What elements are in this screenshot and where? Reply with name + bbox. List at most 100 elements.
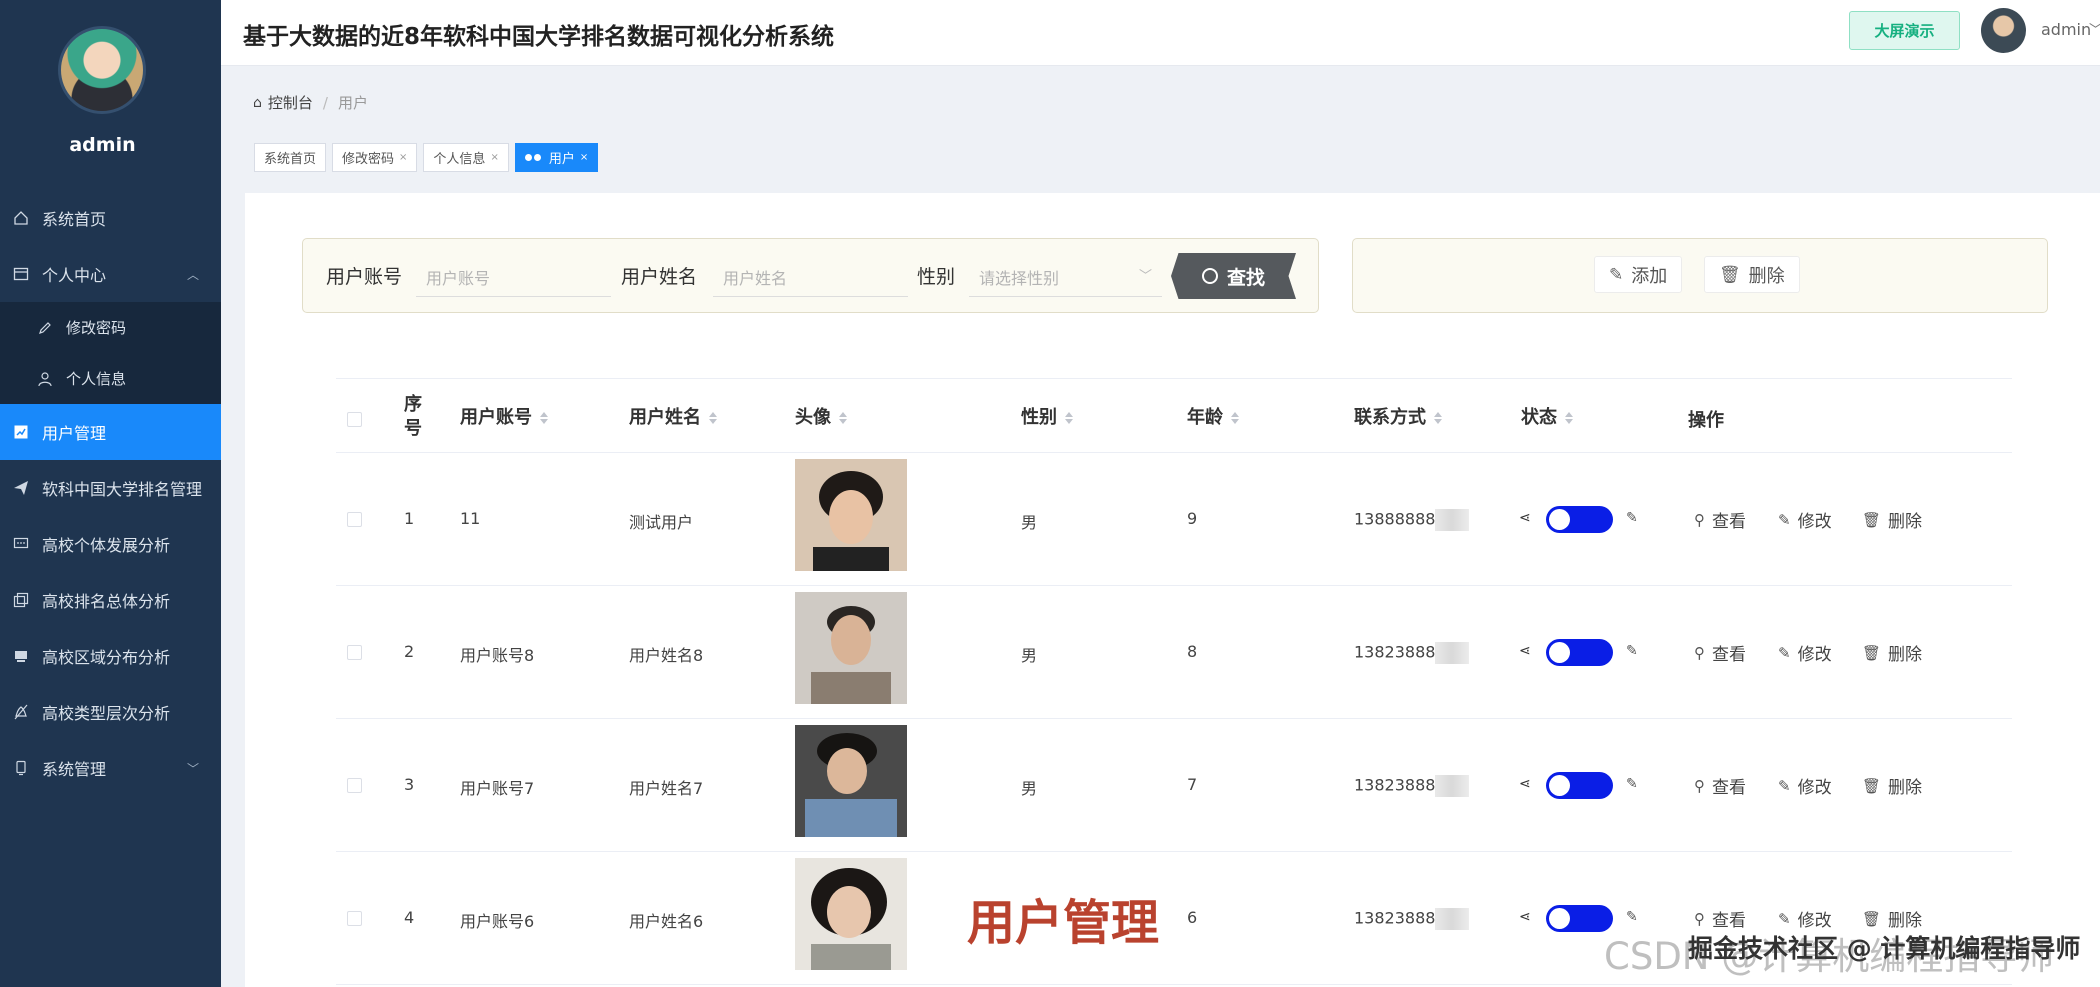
tag-home[interactable]: 系统首页 [254, 143, 327, 172]
sidebar-item-system-management[interactable]: 系统管理 ﹀ [0, 740, 221, 796]
user-avatar-image[interactable] [795, 858, 907, 970]
sidebar-item-label: 用户管理 [42, 424, 107, 443]
status-toggle[interactable] [1546, 506, 1613, 533]
status-toggle[interactable] [1546, 639, 1613, 666]
window-icon [12, 265, 30, 283]
account-input[interactable]: 用户账号 [416, 255, 611, 297]
delete-button[interactable]: 🗑 删除 [1862, 773, 1922, 799]
sidebar-item-individual-analysis[interactable]: 高校个体发展分析 [0, 516, 221, 572]
sidebar-avatar[interactable] [58, 26, 146, 114]
view-button[interactable]: ⚲ 查看 [1694, 507, 1746, 533]
col-avatar[interactable]: 头像 [795, 403, 847, 429]
sidebar-item-ranking-management[interactable]: 软科中国大学排名管理 [0, 460, 221, 516]
row-checkbox[interactable] [347, 911, 362, 926]
row-checkbox[interactable] [347, 512, 362, 527]
sidebar-item-type-analysis[interactable]: 高校类型层次分析 [0, 684, 221, 740]
sidebar-item-label: 高校排名总体分析 [42, 592, 171, 611]
tag-personal-info[interactable]: 个人信息 × [423, 143, 509, 172]
tag-label: 修改密码 [342, 152, 395, 167]
sort-icon[interactable] [540, 412, 548, 424]
batch-delete-button[interactable]: 🗑 删除 [1704, 256, 1800, 293]
user-avatar-image[interactable] [795, 592, 907, 704]
edit-icon: ✎ [1778, 510, 1791, 529]
chevron-down-icon[interactable]: ﹀ [2089, 19, 2100, 38]
gender-placeholder: 请选择性别 [979, 269, 1060, 288]
search-button[interactable]: 查找 [1171, 253, 1296, 299]
box-icon [12, 647, 30, 665]
add-button[interactable]: ✎ 添加 [1594, 256, 1683, 293]
header-avatar[interactable] [1981, 8, 2026, 53]
edit-label: 修改 [1797, 778, 1832, 798]
sort-icon[interactable] [709, 412, 717, 424]
user-avatar-image[interactable] [795, 459, 907, 571]
share-icon[interactable]: ⋖ [1519, 510, 1531, 526]
tag-change-password[interactable]: 修改密码 × [332, 143, 418, 172]
delete-button[interactable]: 🗑 删除 [1862, 640, 1922, 666]
sidebar-item-overall-analysis[interactable]: 高校排名总体分析 [0, 572, 221, 628]
status-toggle[interactable] [1546, 905, 1613, 932]
edit-button[interactable]: ✎ 修改 [1778, 773, 1832, 799]
search-icon: ⚲ [1694, 643, 1705, 662]
share-icon[interactable]: ⋖ [1519, 909, 1531, 925]
view-button[interactable]: ⚲ 查看 [1694, 640, 1746, 666]
row-name: 用户姓名8 [629, 646, 704, 665]
header-username[interactable]: admin [2041, 20, 2091, 39]
col-name[interactable]: 用户姓名 [629, 403, 717, 429]
sidebar-item-change-password[interactable]: 修改密码 [0, 302, 221, 353]
sort-icon[interactable] [1565, 412, 1573, 424]
edit-icon[interactable]: ✎ [1626, 510, 1638, 526]
close-icon[interactable]: × [399, 152, 407, 163]
row-index: 3 [404, 775, 415, 794]
row-contact: 13823888 [1354, 775, 1470, 797]
sidebar-item-home[interactable]: 系统首页 [0, 190, 221, 246]
tag-user[interactable]: 用户 × [514, 143, 599, 172]
big-screen-button[interactable]: 大屏演示 [1849, 11, 1960, 50]
sidebar-item-label: 系统首页 [42, 210, 107, 229]
share-icon[interactable]: ⋖ [1519, 776, 1531, 792]
edit-label: 修改 [1797, 645, 1832, 665]
edit-icon[interactable]: ✎ [1626, 776, 1638, 792]
row-account: 用户账号7 [460, 779, 535, 798]
sidebar-item-region-analysis[interactable]: 高校区域分布分析 [0, 628, 221, 684]
breadcrumb-current: 用户 [337, 94, 368, 112]
row-checkbox[interactable] [347, 778, 362, 793]
close-icon[interactable]: × [580, 152, 588, 163]
edit-icon[interactable]: ✎ [1626, 643, 1638, 659]
delete-label: 删除 [1748, 265, 1785, 287]
breadcrumb-home[interactable]: 控制台 [268, 92, 313, 113]
user-table: 序号 用户账号 用户姓名 头像 性别 年龄 联系方式 状态 操作 1 11 测试… [336, 378, 2012, 985]
sidebar-item-label: 软科中国大学排名管理 [42, 480, 203, 499]
col-age[interactable]: 年龄 [1187, 403, 1239, 429]
edit-button[interactable]: ✎ 修改 [1778, 640, 1832, 666]
gender-select[interactable]: 请选择性别 ﹀ [969, 255, 1162, 297]
name-input[interactable]: 用户姓名 [713, 255, 908, 297]
sidebar-item-personal-info[interactable]: 个人信息 [0, 353, 221, 404]
sort-icon[interactable] [1231, 412, 1239, 424]
sidebar-item-personal-center[interactable]: 个人中心 ︿ [0, 246, 221, 302]
row-contact-text: 13823888 [1354, 908, 1436, 928]
table-row: 2 用户账号8 用户姓名8 男 8 13823888 ⋖ ✎ ⚲ 查看 ✎ 修改 🗑… [336, 586, 2012, 719]
sort-icon[interactable] [1065, 412, 1073, 424]
col-gender[interactable]: 性别 [1021, 403, 1073, 429]
edit-button[interactable]: ✎ 修改 [1778, 507, 1832, 533]
view-button[interactable]: ⚲ 查看 [1694, 773, 1746, 799]
col-account[interactable]: 用户账号 [460, 403, 548, 429]
row-checkbox[interactable] [347, 645, 362, 660]
sort-icon[interactable] [839, 412, 847, 424]
delete-button[interactable]: 🗑 删除 [1862, 507, 1923, 533]
col-ops: 操作 [1688, 410, 1724, 431]
delete-label: 删除 [1888, 512, 1923, 532]
status-toggle[interactable] [1546, 772, 1613, 799]
sort-icon[interactable] [1434, 412, 1442, 424]
close-icon[interactable]: × [490, 152, 498, 163]
edit-icon[interactable]: ✎ [1626, 909, 1638, 925]
sidebar-item-user-management[interactable]: 用户管理 [0, 404, 221, 460]
row-index: 2 [404, 642, 415, 661]
sidebar-item-label: 高校个体发展分析 [42, 536, 171, 555]
col-account-label: 用户账号 [460, 407, 532, 428]
col-status[interactable]: 状态 [1521, 403, 1573, 429]
share-icon[interactable]: ⋖ [1519, 643, 1531, 659]
select-all-checkbox[interactable] [347, 412, 362, 427]
col-contact[interactable]: 联系方式 [1354, 403, 1442, 429]
user-avatar-image[interactable] [795, 725, 907, 837]
